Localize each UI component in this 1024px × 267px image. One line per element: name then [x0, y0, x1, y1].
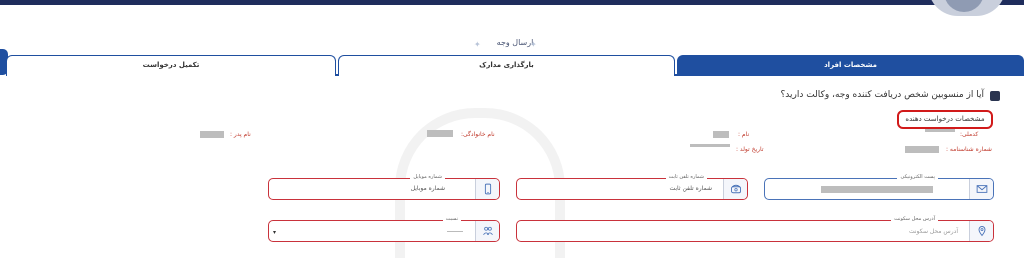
id-number-label: شماره شناسنامه : — [946, 146, 992, 153]
mobile-field-label: شماره موبایل — [410, 174, 445, 180]
page-heading: ارسال وجه — [496, 38, 534, 47]
email-field-label: پست الکترونیکی — [897, 174, 938, 180]
landline-input[interactable]: شماره تلفن ثابت — [670, 185, 713, 192]
tab-people-details[interactable]: مشخصات افراد — [677, 55, 1024, 76]
landline-field-label: شماره تلفن ثابت — [665, 174, 707, 180]
name-label: نام : — [738, 131, 750, 138]
top-bar — [0, 0, 1024, 5]
family-value — [427, 130, 453, 137]
phone-icon — [723, 179, 747, 199]
power-of-attorney-question: آیا از منسوبین شخص دریافت کننده وجه، وکا… — [780, 90, 985, 100]
father-name-label: نام پدر : — [230, 131, 251, 138]
mobile-field[interactable]: شماره موبایل شماره موبایل — [268, 174, 500, 200]
location-icon — [969, 221, 993, 241]
tab-complete-request[interactable]: تکمیل درخواست — [6, 55, 336, 76]
relation-field-label: نسبت — [442, 216, 461, 222]
address-input[interactable]: آدرس محل سکونت — [909, 228, 958, 235]
relation-empty-value — [447, 231, 463, 232]
father-name-value — [200, 131, 224, 138]
landline-field[interactable]: شماره تلفن ثابت شماره تلفن ثابت — [516, 174, 748, 200]
id-number-value — [905, 146, 939, 153]
national-code-value — [925, 129, 955, 132]
tab-upload-documents[interactable]: بارگذاری مدارک — [338, 55, 675, 76]
birth-date-label: تاریخ تولد : — [736, 146, 764, 153]
applicant-section-title: مشخصات درخواست دهنده — [897, 110, 993, 129]
caret-down-icon[interactable]: ▾ — [273, 229, 276, 236]
heading-ornament-right: ✦ — [530, 40, 537, 49]
email-field[interactable]: پست الکترونیکی — [764, 174, 994, 200]
family-label: نام خانوادگی: — [461, 131, 495, 138]
steps-tabs: تکمیل درخواست بارگذاری مدارک مشخصات افرا… — [6, 55, 1024, 76]
name-value — [713, 131, 729, 138]
people-icon — [475, 221, 499, 241]
relation-select[interactable]: نسبت ▾ — [268, 216, 500, 242]
power-of-attorney-checkbox[interactable] — [990, 91, 1000, 101]
national-code-label: کدملی: — [960, 131, 979, 138]
address-field-label: آدرس محل سکونت — [891, 216, 938, 222]
envelope-icon — [969, 179, 993, 199]
birth-date-value — [690, 144, 730, 147]
header-decoration — [904, 0, 1024, 16]
mobile-icon — [475, 179, 499, 199]
email-value — [821, 186, 933, 193]
address-field[interactable]: آدرس محل سکونت آدرس محل سکونت — [516, 216, 994, 242]
mobile-input[interactable]: شماره موبایل — [411, 185, 445, 192]
